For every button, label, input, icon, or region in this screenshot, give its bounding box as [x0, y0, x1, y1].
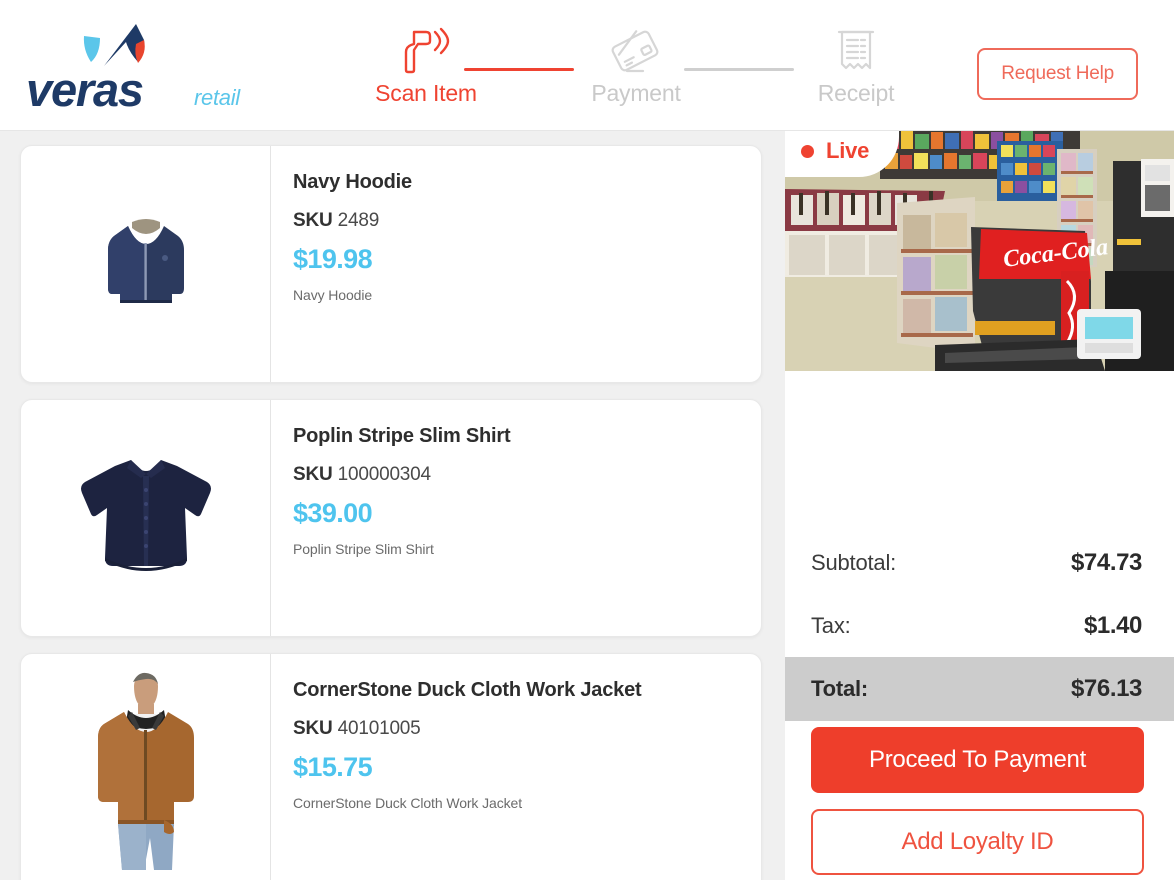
subtotal-row: Subtotal: $74.73	[785, 531, 1174, 594]
stepper-connector-inactive	[684, 68, 794, 71]
logo-wordmark: veras	[26, 63, 144, 116]
live-camera-feed[interactable]: Coca-Cola Live	[785, 131, 1174, 371]
live-dot-icon	[801, 144, 814, 158]
subtotal-value: $74.73	[1070, 548, 1142, 576]
total-row: Total: $76.13	[785, 657, 1174, 721]
item-price: $19.98	[293, 244, 373, 274]
proceed-to-payment-button[interactable]: Proceed To Payment	[811, 727, 1144, 793]
step-payment[interactable]: Payment	[556, 22, 716, 122]
item-thumbnail	[21, 400, 271, 636]
item-description: Navy Hoodie	[293, 287, 373, 303]
sku-label: SKU	[293, 718, 333, 739]
navy-hoodie-icon	[107, 219, 184, 303]
sku-label: SKU	[293, 210, 333, 231]
item-details: Navy Hoodie SKU 2489 $19.98 Navy Hoodie	[271, 146, 761, 382]
total-label: Total:	[811, 676, 869, 701]
checkout-summary-panel: Coca-Cola Live Subtotal: $74.73 Tax: $1.…	[785, 131, 1174, 880]
scanned-items-list[interactable]: Navy Hoodie SKU 2489 $19.98 Navy Hoodie	[0, 131, 775, 880]
sku-value: 40101005	[337, 718, 421, 739]
app-header: veras retail Scan Item Payment Receipt R…	[0, 0, 1174, 131]
item-details: Poplin Stripe Slim Shirt SKU 100000304 $…	[271, 400, 761, 636]
tax-value: $1.40	[1083, 611, 1142, 639]
stepper-connector-active	[464, 68, 574, 71]
brown-work-jacket-model-icon	[87, 672, 204, 872]
total-value: $76.13	[1070, 675, 1142, 702]
item-title: Poplin Stripe Slim Shirt	[293, 425, 511, 447]
step-receipt[interactable]: Receipt	[776, 22, 936, 122]
add-loyalty-id-button[interactable]: Add Loyalty ID	[811, 809, 1144, 875]
item-title: Navy Hoodie	[293, 171, 412, 193]
veras-retail-logo: veras retail	[26, 22, 256, 117]
item-sku: SKU 2489	[293, 210, 761, 232]
cart-item-card[interactable]: Navy Hoodie SKU 2489 $19.98 Navy Hoodie	[20, 145, 762, 383]
item-sku: SKU 100000304	[293, 464, 761, 486]
order-totals: Subtotal: $74.73 Tax: $1.40 Total: $76.1…	[785, 531, 1174, 721]
request-help-button[interactable]: Request Help	[977, 48, 1138, 100]
item-thumbnail	[21, 654, 271, 880]
checkout-actions: Proceed To Payment Add Loyalty ID	[811, 727, 1144, 875]
self-checkout-screen: veras retail Scan Item Payment Receipt R…	[0, 0, 1174, 880]
step-label: Receipt	[817, 80, 895, 106]
item-title: CornerStone Duck Cloth Work Jacket	[293, 679, 642, 701]
item-thumbnail	[21, 146, 271, 382]
sku-value: 100000304	[337, 464, 432, 485]
step-scan-item[interactable]: Scan Item	[346, 22, 506, 122]
step-label: Payment	[591, 80, 681, 106]
cart-item-card[interactable]: CornerStone Duck Cloth Work Jacket SKU 4…	[20, 653, 762, 880]
credit-card-icon	[556, 22, 716, 80]
checkout-stepper: Scan Item Payment Receipt	[346, 22, 906, 122]
tax-row: Tax: $1.40	[785, 594, 1174, 657]
sku-label: SKU	[293, 464, 333, 485]
item-description: CornerStone Duck Cloth Work Jacket	[293, 795, 522, 811]
barcode-scanner-icon	[346, 22, 506, 80]
navy-dress-shirt-icon	[80, 460, 211, 571]
sku-value: 2489	[337, 210, 380, 231]
item-details: CornerStone Duck Cloth Work Jacket SKU 4…	[271, 654, 761, 880]
cart-item-card[interactable]: Poplin Stripe Slim Shirt SKU 100000304 $…	[20, 399, 762, 637]
step-label: Scan Item	[375, 80, 477, 106]
item-price: $15.75	[293, 752, 373, 782]
subtotal-label: Subtotal:	[811, 549, 897, 575]
item-description: Poplin Stripe Slim Shirt	[293, 541, 434, 557]
logo-wordmark-suffix: retail	[194, 85, 240, 110]
item-price: $39.00	[293, 498, 373, 528]
live-label: Live	[826, 138, 870, 163]
receipt-icon	[776, 22, 936, 80]
tax-label: Tax:	[811, 612, 851, 638]
item-sku: SKU 40101005	[293, 718, 761, 740]
